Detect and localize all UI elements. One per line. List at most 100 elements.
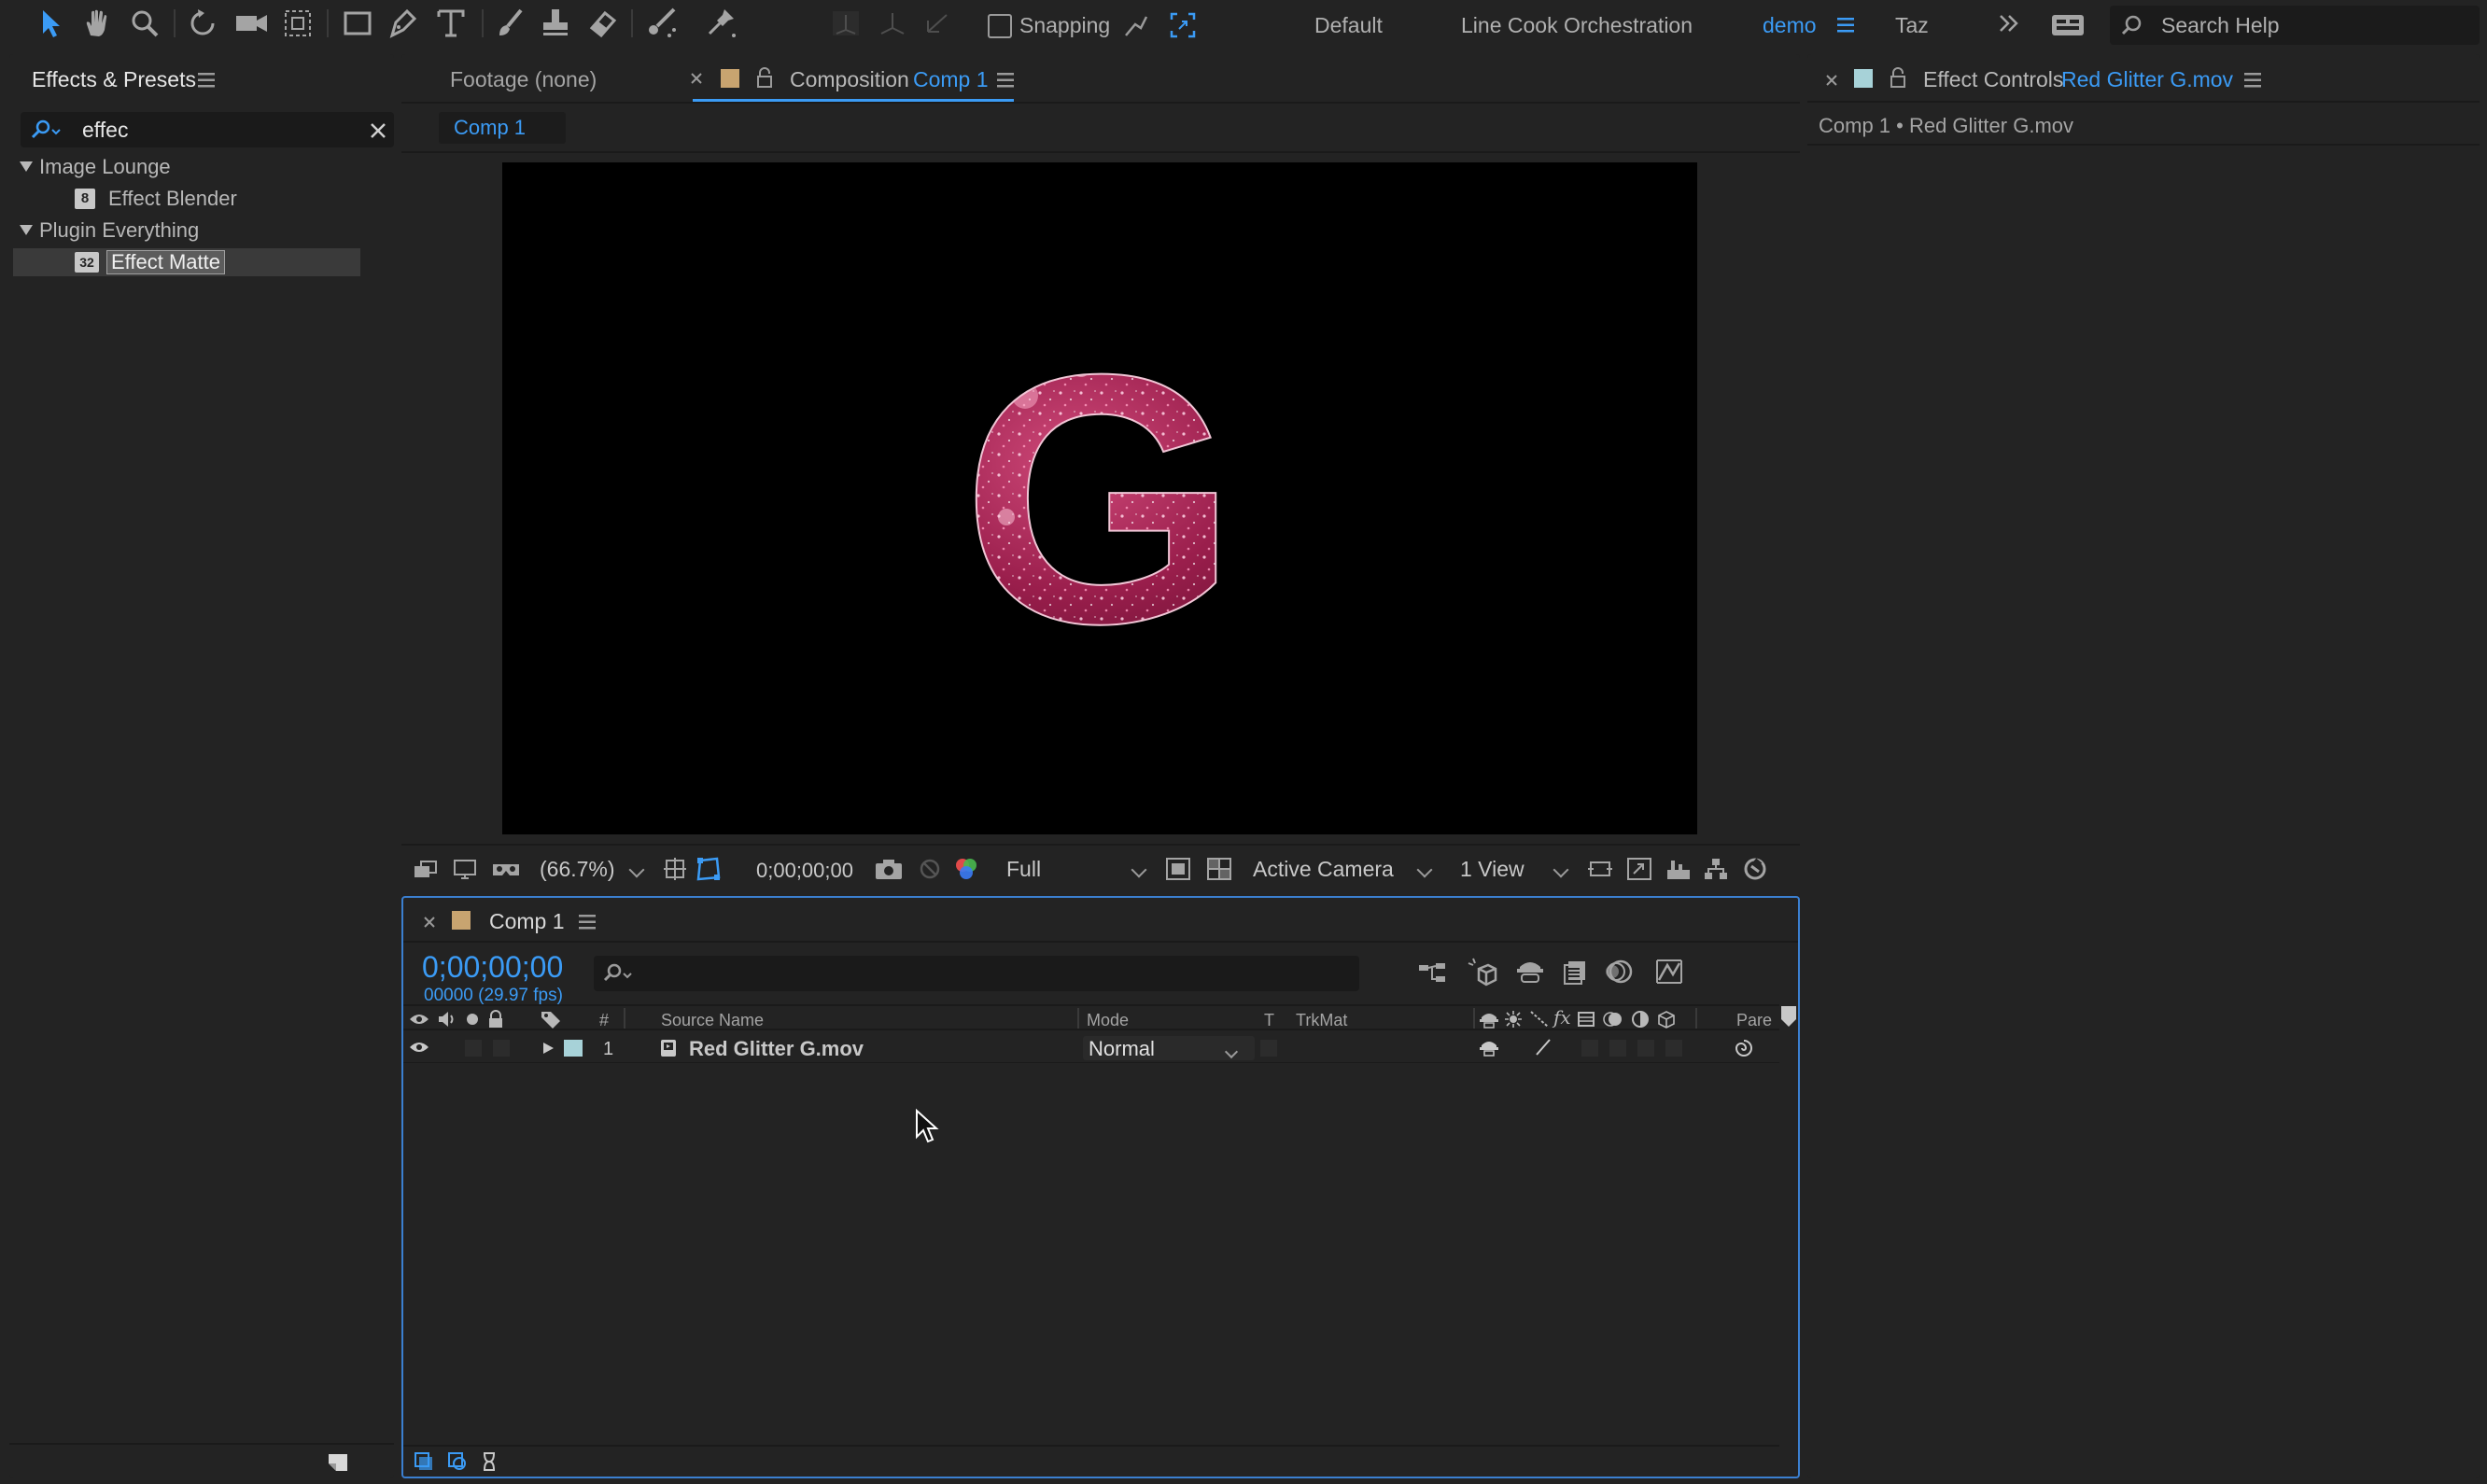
layer-search-field[interactable] bbox=[594, 956, 1359, 991]
workspace-line-cook-orchestration[interactable]: Line Cook Orchestration bbox=[1461, 15, 1693, 36]
display-icon[interactable] bbox=[452, 859, 478, 881]
tree-item-effect-matte[interactable]: Effect Matte bbox=[106, 250, 225, 274]
composition-mini-flowchart-icon[interactable] bbox=[1417, 959, 1447, 987]
clear-search-icon[interactable] bbox=[370, 122, 386, 139]
switch-toggle[interactable] bbox=[1637, 1040, 1654, 1057]
region-of-interest-icon[interactable] bbox=[1165, 857, 1191, 881]
solo-icon[interactable] bbox=[465, 1012, 480, 1027]
switch-toggle[interactable] bbox=[1665, 1040, 1682, 1057]
expand-triangle-icon[interactable] bbox=[19, 159, 34, 174]
view-axis-mode-icon[interactable] bbox=[922, 9, 952, 37]
brush-tool-icon[interactable] bbox=[495, 7, 527, 39]
expand-modes-icon[interactable] bbox=[446, 1450, 469, 1473]
resolution-grid-icon[interactable] bbox=[663, 857, 687, 881]
reset-exposure-icon[interactable] bbox=[1742, 857, 1768, 881]
frame-blend-switch-icon[interactable] bbox=[1576, 1010, 1596, 1029]
motion-blur-switch-icon[interactable] bbox=[1602, 1010, 1624, 1029]
audio-icon[interactable] bbox=[437, 1010, 457, 1029]
puppet-pin-tool-icon[interactable] bbox=[704, 6, 741, 39]
expand-layer-triangle-icon[interactable] bbox=[541, 1042, 555, 1055]
column-source-name[interactable]: Source Name bbox=[661, 1012, 764, 1029]
effects-switch-icon[interactable]: fx bbox=[1553, 1008, 1571, 1027]
tree-item-effect-matte-row[interactable]: 32 Effect Matte bbox=[13, 248, 360, 276]
adjustment-layer-switch-icon[interactable] bbox=[1630, 1010, 1651, 1029]
video-visibility-icon[interactable] bbox=[409, 1040, 429, 1055]
roto-brush-tool-icon[interactable] bbox=[646, 6, 683, 39]
hide-shy-layers-icon[interactable] bbox=[1514, 958, 1546, 986]
chevron-down-icon[interactable] bbox=[1553, 857, 1569, 881]
tree-group-plugin-everything[interactable]: Plugin Everything bbox=[39, 220, 199, 241]
column-parent[interactable]: Pare bbox=[1736, 1012, 1772, 1029]
effects-search-field[interactable]: effec bbox=[21, 112, 394, 147]
label-tag-icon[interactable] bbox=[540, 1010, 562, 1029]
effect-controls-tab-prefix[interactable]: Effect Controls bbox=[1923, 69, 2063, 91]
local-axis-mode-icon[interactable] bbox=[831, 9, 861, 37]
close-tab-icon[interactable] bbox=[424, 917, 435, 928]
frame-blending-icon[interactable] bbox=[1561, 958, 1589, 986]
lock-icon[interactable] bbox=[1890, 67, 1906, 88]
pen-tool-icon[interactable] bbox=[386, 7, 418, 39]
current-time-display[interactable]: 0;00;00;00 bbox=[422, 952, 563, 982]
panel-menu-icon[interactable] bbox=[198, 73, 215, 88]
parent-pick-whip-icon[interactable] bbox=[1733, 1038, 1755, 1058]
pan-behind-tool-icon[interactable] bbox=[282, 7, 314, 39]
workspace-demo[interactable]: demo bbox=[1763, 15, 1817, 36]
table-row[interactable]: 1 Red Glitter G.mov Normal bbox=[403, 1034, 1779, 1062]
shy-switch-icon[interactable] bbox=[1479, 1038, 1499, 1057]
search-help-field[interactable]: Search Help bbox=[2110, 6, 2480, 45]
camera-view-dropdown[interactable]: Active Camera bbox=[1253, 859, 1394, 880]
composition-canvas[interactable]: G G bbox=[502, 162, 1697, 834]
close-tab-icon[interactable] bbox=[1826, 75, 1837, 86]
solo-toggle[interactable] bbox=[465, 1040, 482, 1057]
timeline-scroll-marker-icon[interactable] bbox=[1779, 1004, 1798, 1029]
composition-tab-menu-icon[interactable] bbox=[997, 73, 1014, 88]
view-layout-dropdown[interactable]: 1 View bbox=[1460, 859, 1525, 880]
snap-bounds-icon[interactable] bbox=[1169, 11, 1197, 39]
zoom-tool-icon[interactable] bbox=[129, 7, 161, 39]
flowchart-icon[interactable] bbox=[1703, 857, 1729, 881]
panel-menu-icon[interactable] bbox=[2244, 73, 2261, 88]
eraser-tool-icon[interactable] bbox=[586, 7, 618, 39]
expand-layer-switches-icon[interactable] bbox=[413, 1450, 435, 1473]
preserve-transparency-toggle[interactable] bbox=[1260, 1040, 1277, 1057]
hand-tool-icon[interactable] bbox=[82, 7, 114, 39]
tab-footage[interactable]: Footage (none) bbox=[450, 69, 597, 91]
rectangle-tool-icon[interactable] bbox=[342, 7, 373, 39]
vr-preview-icon[interactable] bbox=[491, 859, 521, 881]
more-workspaces-icon[interactable] bbox=[1998, 13, 2020, 34]
timeline-panel-icon[interactable] bbox=[1665, 857, 1692, 881]
resolution-dropdown[interactable]: Full bbox=[1006, 859, 1041, 880]
quality-switch-icon[interactable] bbox=[1529, 1010, 1550, 1029]
graph-editor-icon[interactable] bbox=[1654, 958, 1684, 986]
always-preview-icon[interactable] bbox=[413, 859, 439, 881]
world-axis-mode-icon[interactable] bbox=[878, 9, 907, 37]
column-trkmat[interactable]: TrkMat bbox=[1296, 1012, 1347, 1029]
column-mode[interactable]: Mode bbox=[1087, 1012, 1129, 1029]
workspace-default[interactable]: Default bbox=[1314, 15, 1383, 36]
toggle-pixel-aspect-icon[interactable] bbox=[1587, 857, 1613, 881]
rotation-tool-icon[interactable] bbox=[187, 7, 218, 39]
chevron-down-icon[interactable] bbox=[628, 857, 645, 881]
timeline-tab-label[interactable]: Comp 1 bbox=[489, 911, 565, 932]
shy-switch-icon[interactable] bbox=[1479, 1010, 1499, 1029]
glitter-g-layer[interactable]: G G bbox=[502, 162, 1697, 834]
expand-render-time-icon[interactable] bbox=[478, 1450, 500, 1473]
chevron-down-icon[interactable] bbox=[1131, 857, 1147, 881]
close-tab-icon[interactable] bbox=[691, 73, 702, 84]
expand-triangle-icon[interactable] bbox=[19, 222, 34, 237]
effect-controls-tab-layer[interactable]: Red Glitter G.mov bbox=[2061, 69, 2233, 91]
selection-tool-icon[interactable] bbox=[37, 7, 65, 39]
workspace-editor-icon[interactable] bbox=[2050, 13, 2086, 37]
quality-draft-icon[interactable] bbox=[1533, 1038, 1553, 1057]
lock-toggle[interactable] bbox=[493, 1040, 510, 1057]
tree-group-image-lounge[interactable]: Image Lounge bbox=[39, 157, 171, 177]
motion-blur-icon[interactable] bbox=[1604, 958, 1634, 986]
3d-layer-switch-icon[interactable] bbox=[1656, 1010, 1677, 1029]
snap-options-icon[interactable] bbox=[1122, 11, 1150, 39]
viewer-timecode[interactable]: 0;00;00;00 bbox=[756, 861, 853, 881]
blend-mode-dropdown[interactable]: Normal bbox=[1083, 1036, 1255, 1060]
comp-breadcrumb[interactable]: Comp 1 bbox=[439, 112, 566, 144]
layer-source-name[interactable]: Red Glitter G.mov bbox=[689, 1039, 864, 1059]
workspace-menu-icon[interactable] bbox=[1837, 18, 1854, 33]
clone-stamp-tool-icon[interactable] bbox=[540, 7, 571, 39]
